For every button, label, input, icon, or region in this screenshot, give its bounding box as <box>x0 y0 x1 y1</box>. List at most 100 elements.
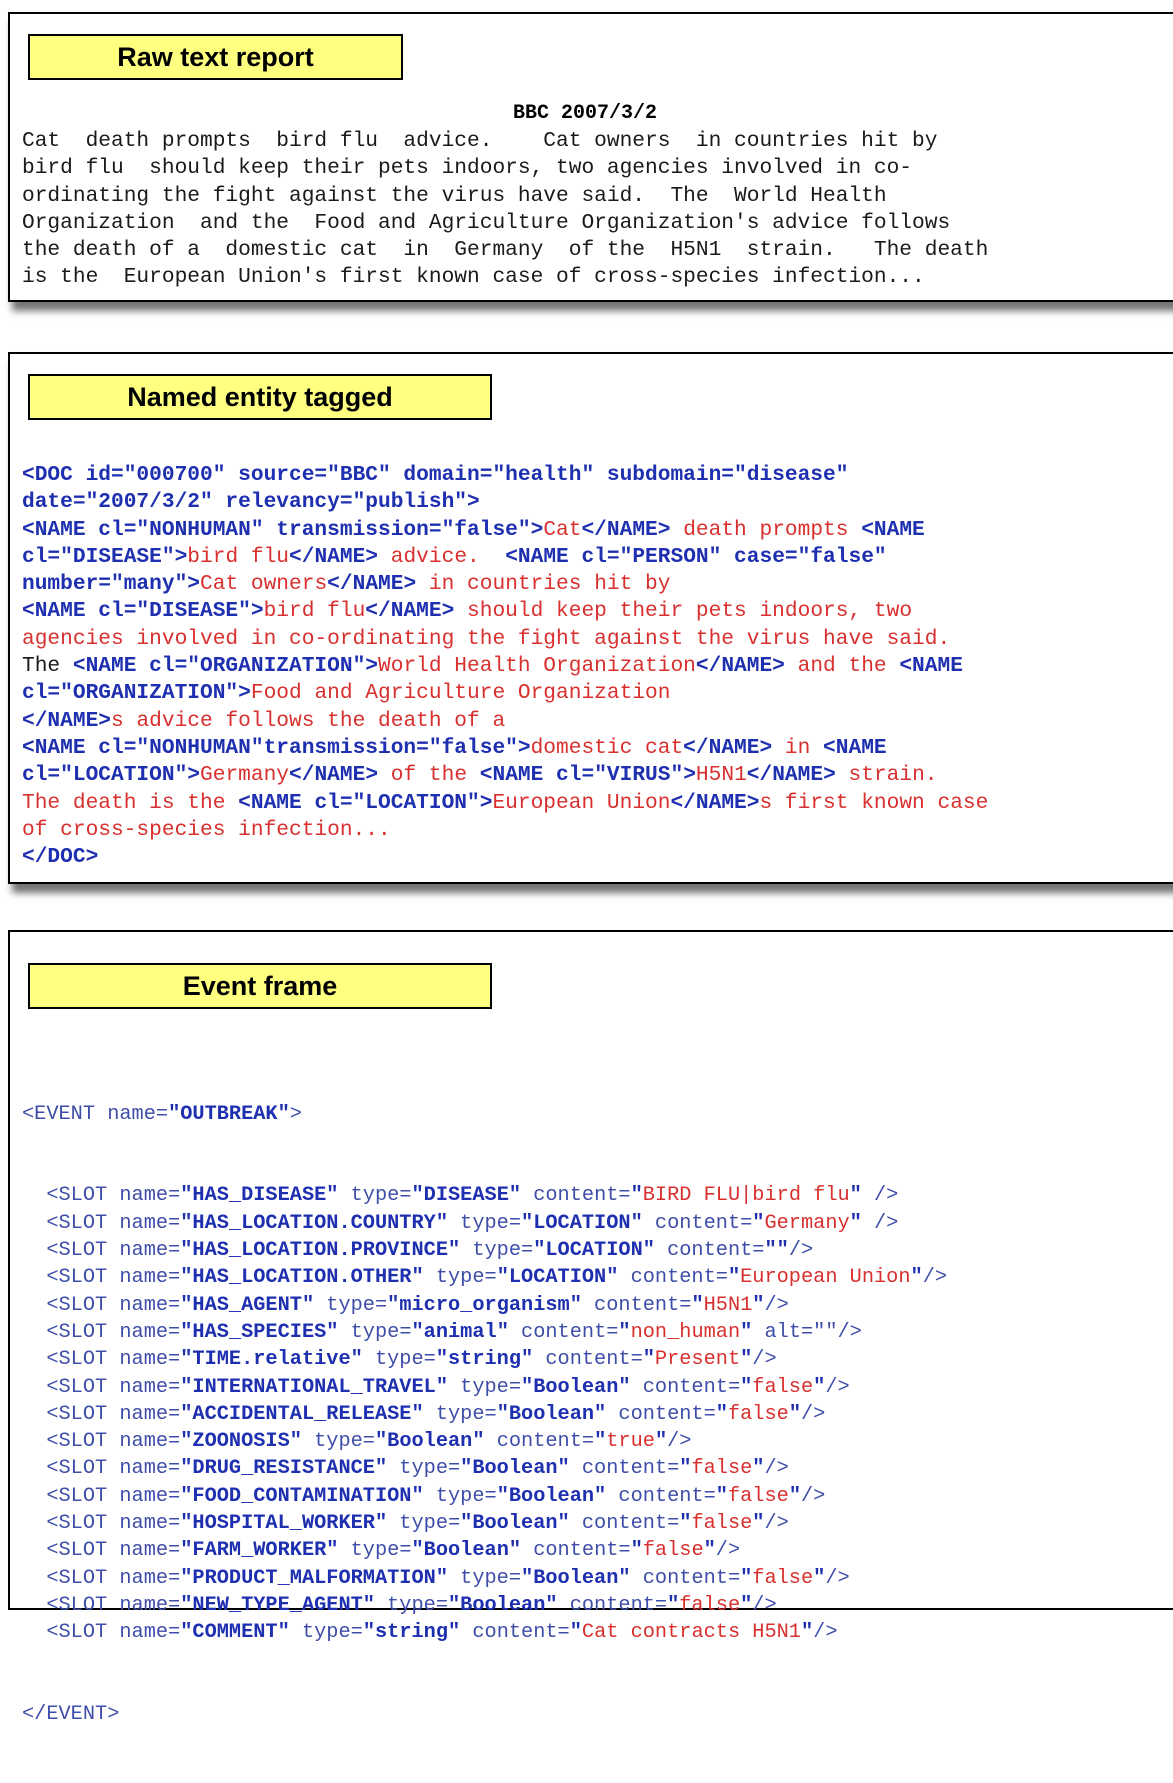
markup-tag: cl="ORGANIZATION"> <box>22 681 251 706</box>
slot-tag: <SLOT name= <box>22 1348 181 1372</box>
slot-quote: " <box>910 1266 923 1290</box>
slot-quote: " <box>691 1293 704 1317</box>
slot-quote: " <box>740 1320 753 1344</box>
slot-line: <SLOT name="HAS_LOCATION.OTHER" type="LO… <box>22 1264 1173 1291</box>
slot-type: "Boolean" <box>521 1375 631 1399</box>
slot-content: false <box>752 1566 814 1590</box>
markup-tag: </NAME> <box>289 763 379 788</box>
slot-type-attr: type= <box>387 1512 461 1536</box>
tagged-line: of cross-species infection... <box>22 817 1173 844</box>
slot-end: /> <box>800 1402 826 1426</box>
slot-type: "micro_organism" <box>387 1293 582 1317</box>
event-open-tag: <EVENT name= <box>22 1102 169 1126</box>
slot-quote: " <box>800 1621 814 1645</box>
slot-end: /> <box>825 1566 850 1590</box>
event-frame-label: Event frame <box>28 963 492 1009</box>
slot-quote: " <box>776 1239 789 1263</box>
slot-end: /> <box>825 1375 850 1399</box>
event-frame-body: <EVENT name="OUTBREAK"> <SLOT name="HAS_… <box>22 1046 1173 1783</box>
markup-tag: </NAME> <box>289 544 379 569</box>
slot-type: "Boolean" <box>496 1402 607 1426</box>
tagged-line: cl="LOCATION">Germany</NAME> of the <NAM… <box>22 762 1173 789</box>
event-frame-panel: Event frame <EVENT name="OUTBREAK"> <SLO… <box>8 930 1173 1726</box>
slot-quote: " <box>740 1375 753 1399</box>
slot-quote: " <box>740 1348 753 1372</box>
markup-tag: <NAME cl="DISEASE"> <box>22 599 264 624</box>
slot-quote: " <box>630 1539 643 1563</box>
markup-tag: <NAME cl="LOCATION"> <box>238 790 493 815</box>
slot-content-attr: content= <box>521 1184 631 1208</box>
slot-end: /> <box>764 1293 789 1317</box>
tagged-line: <NAME cl="DISEASE">bird flu</NAME> shoul… <box>22 598 1173 625</box>
event-close-tag: </EVENT> <box>22 1703 120 1727</box>
entity-text: in countries hit by <box>416 572 671 597</box>
slot-tag: <SLOT name= <box>22 1539 181 1563</box>
slot-quote: " <box>813 1375 826 1399</box>
markup-tag: <NAME cl="NONHUMAN" transmission="false"… <box>22 517 544 542</box>
slot-type-attr: type= <box>338 1539 412 1563</box>
entity-text: s first known case <box>759 790 989 815</box>
slot-quote: " <box>667 1593 680 1617</box>
slot-tag: <SLOT name= <box>22 1484 181 1508</box>
slot-line: <SLOT name="HAS_AGENT" type="micro_organ… <box>22 1292 1173 1319</box>
slot-content-attr: content= <box>569 1512 680 1536</box>
slot-content: European Union <box>740 1266 911 1290</box>
slot-line: <SLOT name="ZOONOSIS" type="Boolean" con… <box>22 1428 1173 1455</box>
tagged-line: </NAME>s advice follows the death of a <box>22 708 1173 735</box>
entity-text: domestic cat <box>530 735 684 760</box>
slot-end: /> <box>752 1348 777 1372</box>
slot-name: "HAS_LOCATION.COUNTRY" <box>180 1211 448 1235</box>
slot-quote: " <box>740 1593 753 1617</box>
slot-content-attr: content= <box>581 1293 692 1317</box>
slot-quote: " <box>727 1266 741 1290</box>
slot-line: <SLOT name="FARM_WORKER" type="Boolean" … <box>22 1537 1173 1564</box>
slot-content-attr: content= <box>630 1375 741 1399</box>
named-entity-label: Named entity tagged <box>28 374 492 420</box>
entity-text: of the <box>378 763 480 788</box>
entity-text: European Union <box>492 790 671 815</box>
slot-type-attr: type= <box>362 1348 436 1372</box>
markup-tag: </NAME> <box>670 790 760 815</box>
tagged-line: cl="DISEASE">bird flu</NAME> advice. <NA… <box>22 544 1173 571</box>
entity-text: The death is the <box>22 790 239 815</box>
slot-type-attr: type= <box>448 1566 522 1590</box>
slot-content-attr: content= <box>618 1266 728 1290</box>
slot-name: "NEW_TYPE_AGENT" <box>180 1593 375 1617</box>
slot-content: false <box>752 1375 814 1399</box>
slot-tag: <SLOT name= <box>22 1320 181 1344</box>
slot-line: <SLOT name="HAS_LOCATION.COUNTRY" type="… <box>22 1210 1173 1237</box>
slot-content: false <box>642 1539 704 1563</box>
slot-content-attr: content= <box>606 1484 716 1508</box>
slot-quote: " <box>788 1402 801 1426</box>
slot-quote: " <box>654 1430 668 1454</box>
markup-tag: number="many"> <box>22 572 201 597</box>
slot-type-attr: type= <box>314 1293 388 1317</box>
slot-line: <SLOT name="PRODUCT_MALFORMATION" type="… <box>22 1565 1173 1592</box>
slot-line: <SLOT name="TIME.relative" type="string"… <box>22 1346 1173 1373</box>
raw-text-date: BBC 2007/3/2 <box>512 102 658 125</box>
slot-tag: <SLOT name= <box>22 1566 181 1590</box>
slot-name: "TIME.relative" <box>180 1348 363 1372</box>
slot-name: "FARM_WORKER" <box>180 1539 339 1563</box>
slot-name: "DRUG_RESISTANCE" <box>180 1457 388 1481</box>
raw-text-line: bird flu should keep their pets indoors,… <box>22 156 913 181</box>
slot-tag: <SLOT name= <box>22 1239 181 1263</box>
slot-extra: alt="" <box>752 1320 838 1344</box>
event-name-value: "OUTBREAK" <box>168 1102 290 1126</box>
slot-type-attr: type= <box>289 1621 363 1645</box>
slot-content: H5N1 <box>703 1293 753 1317</box>
slot-list: <SLOT name="HAS_DISEASE" type="DISEASE" … <box>22 1182 1173 1646</box>
slot-tag: <SLOT name= <box>22 1211 181 1235</box>
slot-type-attr: type= <box>387 1457 461 1481</box>
slot-quote: " <box>752 1293 765 1317</box>
slot-end: /> <box>667 1430 692 1454</box>
slot-quote: " <box>703 1539 716 1563</box>
slot-type: "Boolean" <box>411 1539 522 1563</box>
markup-tag: <NAME <box>861 517 925 542</box>
markup-tag: <DOC id="000700" source="BBC" domain="he… <box>22 463 849 487</box>
markup-tag: <NAME <box>899 654 963 679</box>
slot-quote: " <box>813 1566 826 1590</box>
slot-line: <SLOT name="HAS_SPECIES" type="animal" c… <box>22 1319 1173 1346</box>
entity-text: in <box>772 735 824 760</box>
slot-end: /> <box>715 1539 741 1563</box>
